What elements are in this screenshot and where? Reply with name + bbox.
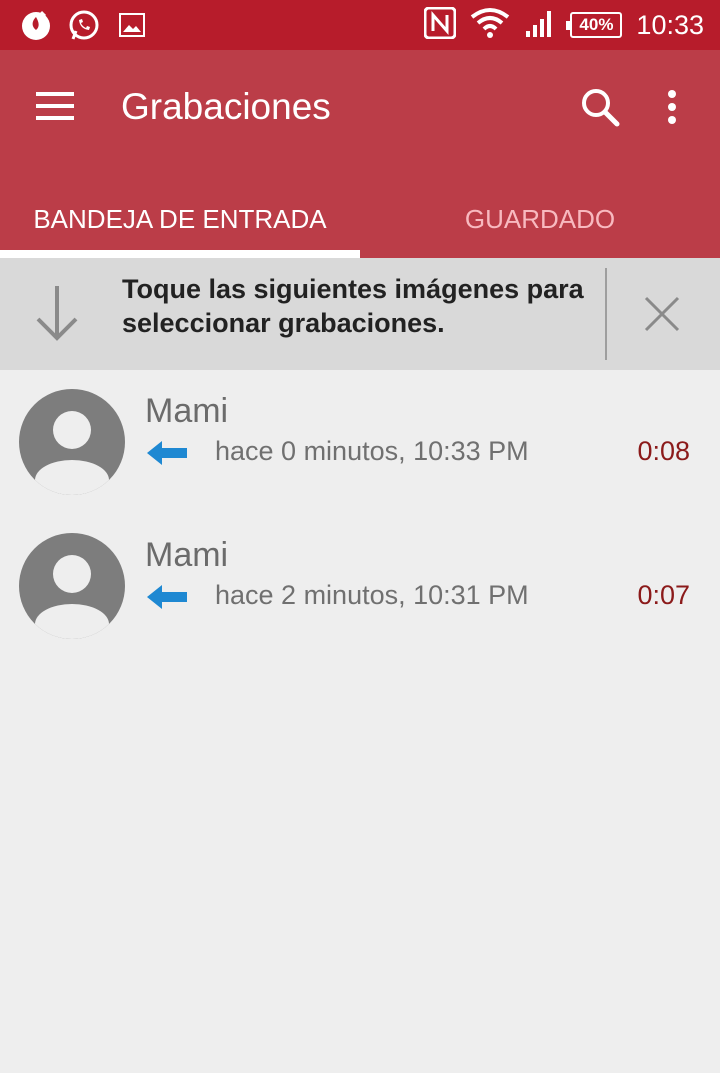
status-time: 10:33 [636,9,704,40]
incoming-arrow-icon [147,440,189,466]
list-item[interactable]: Mami hace 0 minutos, 10:33 PM 0:08 [0,370,720,514]
battery-icon: 40% [566,12,623,38]
avatar [18,388,126,496]
close-icon[interactable] [636,288,688,340]
tab-saved[interactable]: GUARDADO [360,180,720,258]
arrow-down-icon [30,282,84,344]
more-vert-icon[interactable] [650,82,694,132]
recording-time: hace 2 minutos, 10:31 PM [215,580,529,610]
hint-text: Toque las siguientes imágenes para selec… [122,274,584,338]
search-icon[interactable] [575,82,625,132]
avatar [18,532,126,640]
hint-banner: Toque las siguientes imágenes para selec… [0,258,720,370]
status-bar: 40% 10:33 [0,0,720,50]
recording-duration: 0:08 [637,436,690,466]
wifi-icon [470,7,510,44]
app-bar: Grabaciones BANDEJA DE ENTRADA GUARDADO [0,50,720,258]
hint-divider [605,268,607,360]
image-icon [114,7,150,43]
contact-name: Mami [145,392,229,430]
recordings-list: Mami hace 0 minutos, 10:33 PM 0:08 Mami … [0,370,720,658]
recording-time: hace 0 minutos, 10:33 PM [215,436,529,466]
signal-icon [524,7,556,44]
hamburger-menu-icon[interactable] [30,86,82,126]
list-item[interactable]: Mami hace 2 minutos, 10:31 PM 0:07 [0,514,720,658]
incoming-arrow-icon [147,584,189,610]
tab-indicator [0,250,360,258]
recording-duration: 0:07 [637,580,690,610]
nfc-icon [423,6,457,44]
flame-notification-icon [18,7,54,43]
whatsapp-icon [66,7,102,43]
page-title: Grabaciones [121,86,331,127]
tab-inbox[interactable]: BANDEJA DE ENTRADA [0,180,360,258]
contact-name: Mami [145,536,229,574]
